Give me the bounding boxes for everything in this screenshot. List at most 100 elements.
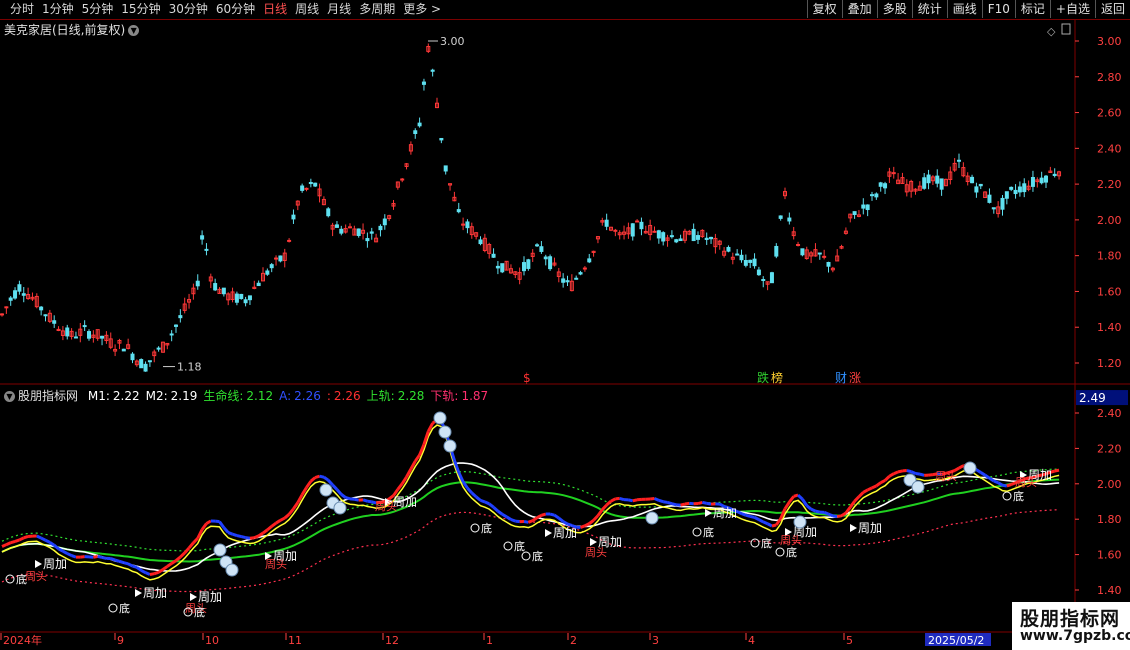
trend-segment bbox=[888, 472, 895, 478]
trend-segment bbox=[836, 514, 842, 519]
trend-segment bbox=[553, 513, 560, 520]
arrow-icon bbox=[135, 589, 142, 597]
candle-body bbox=[691, 228, 696, 242]
candle-body bbox=[87, 331, 91, 339]
trend-segment bbox=[144, 571, 151, 576]
label-zhoujia: 周加 bbox=[858, 521, 882, 535]
candle-body bbox=[565, 280, 570, 283]
candle-body bbox=[704, 237, 709, 240]
main-ytick-label: 2.00 bbox=[1097, 214, 1122, 227]
candle-body bbox=[13, 290, 18, 299]
trend-segment bbox=[536, 514, 543, 520]
ball-icon bbox=[333, 501, 347, 515]
ind-ytick-label: 2.40 bbox=[1097, 407, 1122, 420]
trend-segment bbox=[93, 554, 98, 559]
xtick-label: 2 bbox=[570, 634, 577, 647]
candle-body bbox=[443, 165, 448, 172]
candle-body bbox=[826, 261, 831, 267]
trend-segment bbox=[1006, 483, 1012, 488]
candle-body bbox=[743, 260, 748, 266]
arrow-icon bbox=[590, 538, 597, 546]
trend-segment bbox=[540, 512, 547, 517]
di-marker-icon bbox=[521, 551, 531, 561]
main-ytick-label: 2.60 bbox=[1097, 107, 1122, 120]
trend-segment bbox=[62, 549, 68, 555]
ball-icon bbox=[911, 480, 925, 494]
trend-segment bbox=[684, 501, 690, 506]
trend-segment bbox=[249, 536, 255, 540]
trend-segment bbox=[671, 502, 677, 507]
trend-segment bbox=[5, 541, 12, 546]
candle-body bbox=[926, 174, 931, 184]
trend-segment bbox=[101, 555, 107, 560]
candle-body bbox=[326, 208, 331, 217]
candle-body bbox=[1009, 186, 1014, 190]
label-zhoujia: 周加 bbox=[713, 506, 737, 520]
label-di: 底 bbox=[703, 525, 714, 539]
candle-body bbox=[287, 239, 292, 242]
candle-body bbox=[1052, 173, 1057, 176]
candle-body bbox=[356, 228, 361, 237]
candle-body bbox=[974, 186, 979, 193]
trend-segment bbox=[452, 459, 461, 473]
xtick-label: 2024年 bbox=[3, 633, 42, 647]
di-marker-icon bbox=[775, 547, 785, 557]
trend-segment bbox=[232, 532, 238, 538]
candle-body bbox=[522, 262, 526, 272]
trend-segment bbox=[492, 506, 499, 513]
trend-segment bbox=[287, 507, 295, 516]
trend-segment bbox=[549, 512, 555, 517]
trend-segment bbox=[418, 443, 426, 456]
trend-segment bbox=[958, 464, 965, 470]
candle-body bbox=[1044, 175, 1048, 183]
candle-body bbox=[756, 269, 761, 276]
candle-body bbox=[156, 347, 161, 350]
trend-segment bbox=[44, 538, 51, 544]
trend-segment bbox=[187, 541, 195, 549]
trend-segment bbox=[871, 484, 877, 490]
trend-segment bbox=[367, 499, 372, 504]
candle-body bbox=[143, 363, 148, 372]
candle-body bbox=[639, 221, 644, 230]
candle-body bbox=[800, 248, 805, 256]
candle-body bbox=[630, 223, 635, 237]
main-ytick-label: 1.80 bbox=[1097, 250, 1122, 263]
trend-segment bbox=[979, 471, 986, 477]
trend-segment bbox=[36, 534, 42, 540]
candle-body bbox=[213, 283, 218, 291]
trend-segment bbox=[18, 536, 25, 542]
candle-body bbox=[221, 287, 226, 295]
trend-segment bbox=[279, 516, 286, 522]
trend-segment bbox=[53, 544, 60, 551]
ball-icon bbox=[319, 483, 333, 497]
trend-segment bbox=[205, 519, 212, 525]
candle-body bbox=[778, 215, 783, 219]
trend-segment bbox=[80, 555, 85, 559]
candle-body bbox=[883, 183, 888, 189]
candle-body bbox=[247, 295, 252, 301]
trend-segment bbox=[497, 509, 504, 516]
ind-ytick-label: 2.20 bbox=[1097, 442, 1122, 455]
trend-segment bbox=[396, 482, 404, 491]
trend-segment bbox=[736, 510, 743, 515]
trend-segment bbox=[827, 512, 834, 518]
candle-body bbox=[987, 194, 992, 203]
trend-segment bbox=[605, 500, 612, 507]
trend-segment bbox=[354, 497, 360, 502]
xtick-label: 10 bbox=[205, 634, 219, 647]
chart-canvas[interactable]: 3.00 2.80 2.60 2.40 2.20 2.00 1.80 1.60 1.40 1.20… bbox=[0, 0, 1130, 650]
trend-segment bbox=[479, 498, 486, 504]
candle-body bbox=[1017, 186, 1022, 193]
trend-segment bbox=[531, 516, 538, 522]
candle-body bbox=[465, 221, 470, 229]
di-marker-icon bbox=[503, 541, 513, 551]
arrow-icon bbox=[35, 560, 42, 568]
trend-segment bbox=[132, 564, 138, 569]
trend-segment bbox=[240, 535, 246, 540]
trend-segment bbox=[118, 559, 125, 565]
trend-segment bbox=[123, 561, 129, 566]
xtick-label: 9 bbox=[117, 634, 124, 647]
label-di: 底 bbox=[481, 521, 492, 535]
trend-segment bbox=[788, 495, 795, 503]
trend-segment bbox=[680, 502, 686, 507]
